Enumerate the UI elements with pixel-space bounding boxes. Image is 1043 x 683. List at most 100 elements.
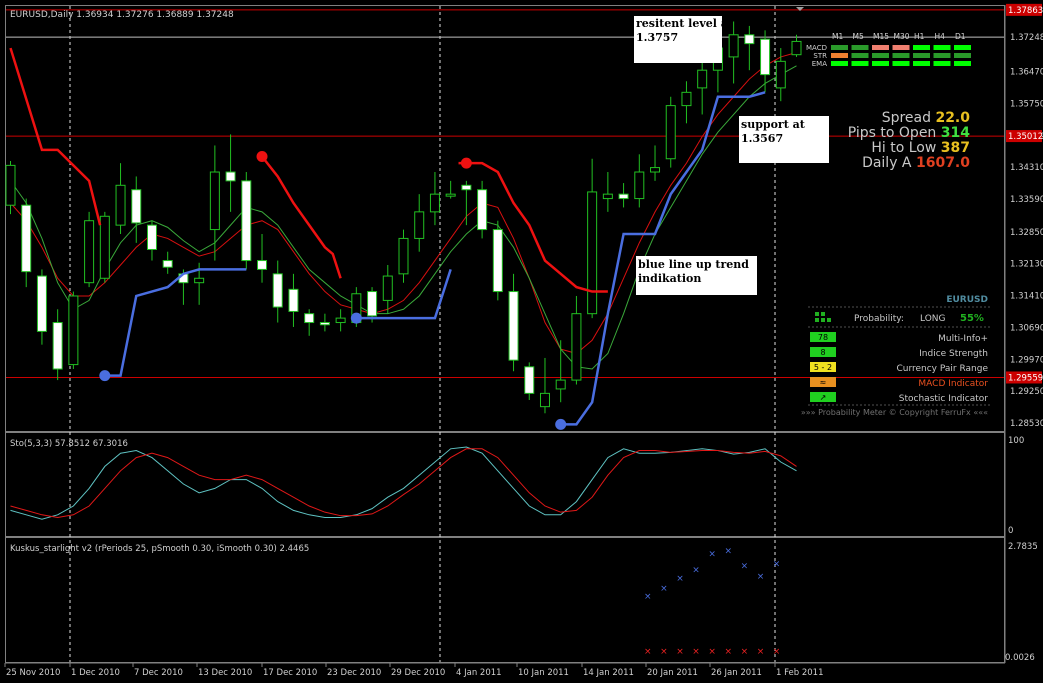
- price-tick-10: 1.29970: [1010, 355, 1043, 365]
- price-tick-8: 1.31410: [1010, 292, 1043, 302]
- mtf-cell-1-3: [892, 53, 910, 58]
- mtf-header-4: H1: [914, 32, 925, 41]
- candle-body-2: [36, 275, 47, 332]
- chart-canvas: 1.37248 1.36470 1.35750 1.35012 1.34310 1.335…: [0, 0, 1043, 683]
- candle-body-18: [288, 288, 299, 312]
- prob-badge-text-0: 78: [818, 333, 828, 342]
- candle-body-13: [209, 171, 220, 231]
- candle-body-26: [414, 211, 425, 239]
- prob-row-label-2: Currency Pair Range: [896, 364, 988, 374]
- time-tick-5: 23 Dec 2010: [327, 668, 381, 678]
- candle-30: [477, 180, 488, 239]
- candle-body-6: [99, 215, 110, 279]
- candle-body-34: [539, 392, 550, 408]
- mtf-row-label-1: STR: [813, 52, 827, 60]
- prob-percent: 55%: [960, 313, 984, 324]
- candle-body-38: [602, 193, 613, 200]
- candle-body-47: [744, 34, 755, 45]
- mtf-row-label-0: MACD: [806, 44, 827, 52]
- price-tick-11: 1.29250: [1010, 387, 1043, 397]
- candle-body-14: [225, 171, 236, 182]
- prob-row-label-4: Stochastic Indicator: [899, 394, 989, 404]
- kuskus-down-point-1: ×: [660, 647, 668, 657]
- time-tick-8: 10 Jan 2011: [518, 668, 569, 678]
- candle-body-7: [115, 184, 126, 226]
- candle-body-4: [68, 295, 79, 366]
- mtf-cell-2-2: [872, 61, 889, 66]
- mtf-header-3: M30: [894, 32, 910, 41]
- prob-badge-text-4: ↗: [820, 393, 827, 402]
- candle-31: [492, 220, 503, 301]
- mtf-cell-1-5: [933, 53, 951, 58]
- kuskus-down-point-6: ×: [741, 647, 749, 657]
- prob-row-label-0: Multi-Info+: [938, 334, 988, 344]
- kuskus-down-point-4: ×: [708, 647, 716, 657]
- prob-badge-text-3: ≈: [820, 378, 827, 387]
- candle-body-48: [760, 38, 771, 76]
- mtf-cell-2-5: [933, 61, 951, 66]
- prob-meter-cell-2: [815, 318, 819, 322]
- time-tick-0: 25 Nov 2010: [6, 668, 60, 678]
- kuskus-up-point-3: ×: [692, 566, 700, 576]
- mtf-cell-0-0: [831, 45, 848, 50]
- chart-header: EURUSD,Daily 1.36934 1.37276 1.36889 1.3…: [10, 10, 234, 20]
- kuskus-up-point-2: ×: [676, 574, 684, 584]
- trend-dot-0: [99, 370, 111, 382]
- annotation-blue-line: blue line up trend indikation: [636, 256, 757, 295]
- candle-body-15: [241, 180, 252, 262]
- price-tick-9: 1.30690: [1010, 323, 1043, 333]
- candle-body-44: [697, 69, 708, 89]
- prob-meter-cell-0: [815, 312, 819, 316]
- candle-body-41: [650, 167, 661, 173]
- mtf-cell-1-1: [851, 53, 869, 58]
- mtf-header-2: M15: [873, 32, 889, 41]
- prob-footer: »»» Probability Meter © Copyright FerruF…: [801, 408, 988, 417]
- annotation-support-line1: support at: [741, 118, 806, 131]
- candle-body-39: [618, 193, 629, 200]
- candle-body-19: [304, 313, 315, 324]
- candle-body-46: [728, 34, 739, 58]
- price-tick-6: 1.32850: [1010, 228, 1043, 238]
- price-highlight-2: 1.29559: [1008, 373, 1043, 383]
- annotation-support: support at 1.3567: [739, 116, 829, 163]
- kuskus-down-point-3: ×: [692, 647, 700, 657]
- candle-body-30: [477, 189, 488, 231]
- spread-line-value-0: 22.0: [935, 110, 970, 126]
- price-tick-12: 1.28530: [1010, 419, 1043, 429]
- trend-dot-2: [350, 312, 362, 324]
- spread-line-value-3: 1607.0: [916, 155, 970, 171]
- prob-badge-text-2: 5 - 2: [814, 363, 832, 372]
- trend-dot-4: [555, 418, 567, 430]
- candle-body-1: [21, 204, 32, 273]
- kuskus-tick-bottom: 0.0026: [1005, 653, 1035, 663]
- price-tick-7: 1.32130: [1010, 260, 1043, 270]
- candle-body-31: [492, 229, 503, 293]
- mtf-header-1: M5: [853, 32, 864, 41]
- candle-body-12: [194, 277, 205, 284]
- kuskus-tick-top: 2.7835: [1008, 542, 1038, 552]
- kuskus-down-point-0: ×: [644, 647, 652, 657]
- trend-dot-3: [460, 157, 472, 169]
- spread-line-2: Hi to Low 387: [871, 140, 970, 156]
- kuskus-down-point-8: ×: [773, 647, 781, 657]
- background: [0, 0, 1043, 683]
- mtf-cell-2-4: [913, 61, 930, 66]
- time-tick-1: 1 Dec 2010: [71, 668, 120, 678]
- mtf-header-6: D1: [955, 32, 966, 41]
- candle-body-37: [587, 191, 598, 315]
- candle-body-25: [398, 237, 409, 275]
- candle-5: [84, 211, 95, 288]
- spread-line-label-1: Pips to Open: [848, 125, 941, 141]
- candle-body-24: [382, 275, 393, 301]
- candle-body-36: [571, 313, 582, 381]
- time-tick-9: 14 Jan 2011: [583, 668, 634, 678]
- candle-body-32: [508, 291, 519, 361]
- mtf-cell-0-2: [872, 45, 889, 50]
- prob-label: Probability:: [854, 314, 904, 324]
- annotation-resistance-line1: resitent level at: [636, 17, 734, 30]
- time-tick-3: 13 Dec 2010: [198, 668, 252, 678]
- annotation-resistance-line2: 1.3757: [636, 31, 678, 44]
- kuskus-up-point-4: ×: [708, 549, 716, 559]
- candle-body-9: [146, 224, 157, 250]
- mtf-header-5: H4: [935, 32, 946, 41]
